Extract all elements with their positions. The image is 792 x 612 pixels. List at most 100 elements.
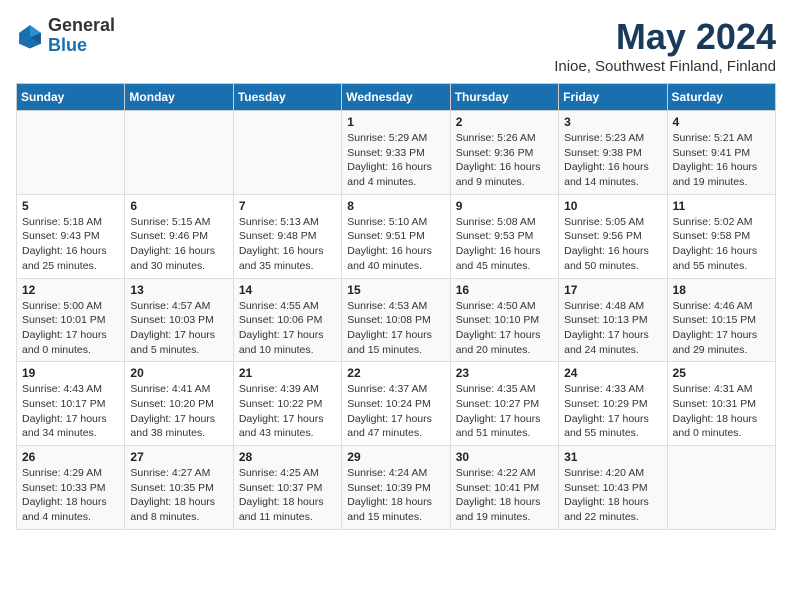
calendar-week-2: 5 Sunrise: 5:18 AMSunset: 9:43 PMDaylight… <box>17 194 776 278</box>
day-number: 24 <box>564 366 661 380</box>
day-number: 17 <box>564 283 661 297</box>
calendar-cell: 10Sunrise: 5:05 AMSunset: 9:56 PMDayligh… <box>559 194 667 278</box>
title-block: May 2024 Inioe, Southwest Finland, Finla… <box>554 16 776 75</box>
day-info: Sunrise: 4:53 AMSunset: 10:08 PMDaylight… <box>347 299 444 358</box>
day-number: 19 <box>22 366 119 380</box>
day-info: Sunrise: 4:43 AMSunset: 10:17 PMDaylight… <box>22 382 119 441</box>
day-info: Sunrise: 4:48 AMSunset: 10:13 PMDaylight… <box>564 299 661 358</box>
day-info: Sunrise: 5:18 AMSunset: 9:43 PMDaylight:… <box>22 215 119 274</box>
main-title: May 2024 <box>554 16 776 58</box>
calendar-cell: 2Sunrise: 5:26 AMSunset: 9:36 PMDaylight… <box>450 111 558 195</box>
day-info: Sunrise: 5:10 AMSunset: 9:51 PMDaylight:… <box>347 215 444 274</box>
calendar-cell: 4Sunrise: 5:21 AMSunset: 9:41 PMDaylight… <box>667 111 775 195</box>
calendar-cell: 17 Sunrise: 4:48 AMSunset: 10:13 PMDaylig… <box>559 278 667 362</box>
calendar-cell <box>125 111 233 195</box>
calendar-cell <box>667 446 775 530</box>
day-header-thursday: Thursday <box>450 84 558 111</box>
day-info: Sunrise: 4:24 AMSunset: 10:39 PMDaylight… <box>347 466 444 525</box>
day-info: Sunrise: 4:55 AMSunset: 10:06 PMDaylight… <box>239 299 336 358</box>
calendar-cell: 22 Sunrise: 4:37 AMSunset: 10:24 PMDaylig… <box>342 362 450 446</box>
day-info: Sunrise: 4:37 AMSunset: 10:24 PMDaylight… <box>347 382 444 441</box>
calendar-cell: 18 Sunrise: 4:46 AMSunset: 10:15 PMDaylig… <box>667 278 775 362</box>
day-info: Sunrise: 4:25 AMSunset: 10:37 PMDaylight… <box>239 466 336 525</box>
calendar-cell: 20 Sunrise: 4:41 AMSunset: 10:20 PMDaylig… <box>125 362 233 446</box>
day-info: Sunrise: 5:15 AMSunset: 9:46 PMDaylight:… <box>130 215 227 274</box>
day-info: Sunrise: 4:57 AMSunset: 10:03 PMDaylight… <box>130 299 227 358</box>
day-number: 30 <box>456 450 553 464</box>
day-header-tuesday: Tuesday <box>233 84 341 111</box>
calendar-cell: 26Sunrise: 4:29 AMSunset: 10:33 PMDaylig… <box>17 446 125 530</box>
day-info: Sunrise: 5:00 AMSunset: 10:01 PMDaylight… <box>22 299 119 358</box>
day-header-monday: Monday <box>125 84 233 111</box>
day-info: Sunrise: 5:08 AMSunset: 9:53 PMDaylight:… <box>456 215 553 274</box>
day-info: Sunrise: 4:31 AMSunset: 10:31 PMDaylight… <box>673 382 770 441</box>
day-info: Sunrise: 5:21 AMSunset: 9:41 PMDaylight:… <box>673 131 770 190</box>
logo-blue: Blue <box>48 36 115 56</box>
day-number: 28 <box>239 450 336 464</box>
calendar-cell: 27Sunrise: 4:27 AMSunset: 10:35 PMDaylig… <box>125 446 233 530</box>
day-header-wednesday: Wednesday <box>342 84 450 111</box>
day-info: Sunrise: 5:29 AMSunset: 9:33 PMDaylight:… <box>347 131 444 190</box>
day-header-saturday: Saturday <box>667 84 775 111</box>
day-number: 31 <box>564 450 661 464</box>
day-number: 16 <box>456 283 553 297</box>
day-number: 26 <box>22 450 119 464</box>
calendar-cell: 29 Sunrise: 4:24 AMSunset: 10:39 PMDaylig… <box>342 446 450 530</box>
calendar-cell: 14Sunrise: 4:55 AMSunset: 10:06 PMDaylig… <box>233 278 341 362</box>
day-number: 6 <box>130 199 227 213</box>
logo-text: General Blue <box>48 16 115 56</box>
calendar-cell: 28 Sunrise: 4:25 AMSunset: 10:37 PMDaylig… <box>233 446 341 530</box>
day-number: 11 <box>673 199 770 213</box>
calendar-cell: 25Sunrise: 4:31 AMSunset: 10:31 PMDaylig… <box>667 362 775 446</box>
day-info: Sunrise: 4:46 AMSunset: 10:15 PMDaylight… <box>673 299 770 358</box>
day-info: Sunrise: 5:23 AMSunset: 9:38 PMDaylight:… <box>564 131 661 190</box>
calendar-cell: 19 Sunrise: 4:43 AMSunset: 10:17 PMDaylig… <box>17 362 125 446</box>
calendar-cell: 24 Sunrise: 4:33 AMSunset: 10:29 PMDaylig… <box>559 362 667 446</box>
day-number: 12 <box>22 283 119 297</box>
calendar-cell: 21Sunrise: 4:39 AMSunset: 10:22 PMDaylig… <box>233 362 341 446</box>
day-number: 23 <box>456 366 553 380</box>
day-number: 8 <box>347 199 444 213</box>
day-info: Sunrise: 4:20 AMSunset: 10:43 PMDaylight… <box>564 466 661 525</box>
logo: General Blue <box>16 16 115 56</box>
logo-icon <box>16 22 44 50</box>
page-header: General Blue May 2024 Inioe, Southwest F… <box>16 16 776 75</box>
day-info: Sunrise: 4:22 AMSunset: 10:41 PMDaylight… <box>456 466 553 525</box>
day-info: Sunrise: 5:02 AMSunset: 9:58 PMDaylight:… <box>673 215 770 274</box>
day-info: Sunrise: 4:35 AMSunset: 10:27 PMDaylight… <box>456 382 553 441</box>
day-info: Sunrise: 4:33 AMSunset: 10:29 PMDaylight… <box>564 382 661 441</box>
calendar-cell: 8 Sunrise: 5:10 AMSunset: 9:51 PMDaylight… <box>342 194 450 278</box>
day-number: 9 <box>456 199 553 213</box>
calendar-cell <box>233 111 341 195</box>
day-info: Sunrise: 4:41 AMSunset: 10:20 PMDaylight… <box>130 382 227 441</box>
calendar-week-3: 12 Sunrise: 5:00 AMSunset: 10:01 PMDaylig… <box>17 278 776 362</box>
day-number: 21 <box>239 366 336 380</box>
day-number: 3 <box>564 115 661 129</box>
day-number: 22 <box>347 366 444 380</box>
calendar-cell: 31 Sunrise: 4:20 AMSunset: 10:43 PMDaylig… <box>559 446 667 530</box>
subtitle: Inioe, Southwest Finland, Finland <box>554 58 776 75</box>
calendar-cell: 16Sunrise: 4:50 AMSunset: 10:10 PMDaylig… <box>450 278 558 362</box>
calendar-cell: 13 Sunrise: 4:57 AMSunset: 10:03 PMDaylig… <box>125 278 233 362</box>
day-number: 1 <box>347 115 444 129</box>
day-header-sunday: Sunday <box>17 84 125 111</box>
day-info: Sunrise: 4:27 AMSunset: 10:35 PMDaylight… <box>130 466 227 525</box>
calendar-cell: 11 Sunrise: 5:02 AMSunset: 9:58 PMDayligh… <box>667 194 775 278</box>
calendar-cell: 15 Sunrise: 4:53 AMSunset: 10:08 PMDaylig… <box>342 278 450 362</box>
calendar-week-1: 1 Sunrise: 5:29 AMSunset: 9:33 PMDaylight… <box>17 111 776 195</box>
day-number: 20 <box>130 366 227 380</box>
day-number: 7 <box>239 199 336 213</box>
day-number: 18 <box>673 283 770 297</box>
calendar-cell: 3 Sunrise: 5:23 AMSunset: 9:38 PMDaylight… <box>559 111 667 195</box>
day-info: Sunrise: 5:13 AMSunset: 9:48 PMDaylight:… <box>239 215 336 274</box>
day-number: 13 <box>130 283 227 297</box>
day-number: 5 <box>22 199 119 213</box>
day-number: 29 <box>347 450 444 464</box>
logo-general: General <box>48 16 115 36</box>
day-info: Sunrise: 5:05 AMSunset: 9:56 PMDaylight:… <box>564 215 661 274</box>
calendar-week-5: 26Sunrise: 4:29 AMSunset: 10:33 PMDaylig… <box>17 446 776 530</box>
calendar-cell: 9 Sunrise: 5:08 AMSunset: 9:53 PMDaylight… <box>450 194 558 278</box>
calendar-cell <box>17 111 125 195</box>
day-number: 15 <box>347 283 444 297</box>
calendar-cell: 7 Sunrise: 5:13 AMSunset: 9:48 PMDaylight… <box>233 194 341 278</box>
